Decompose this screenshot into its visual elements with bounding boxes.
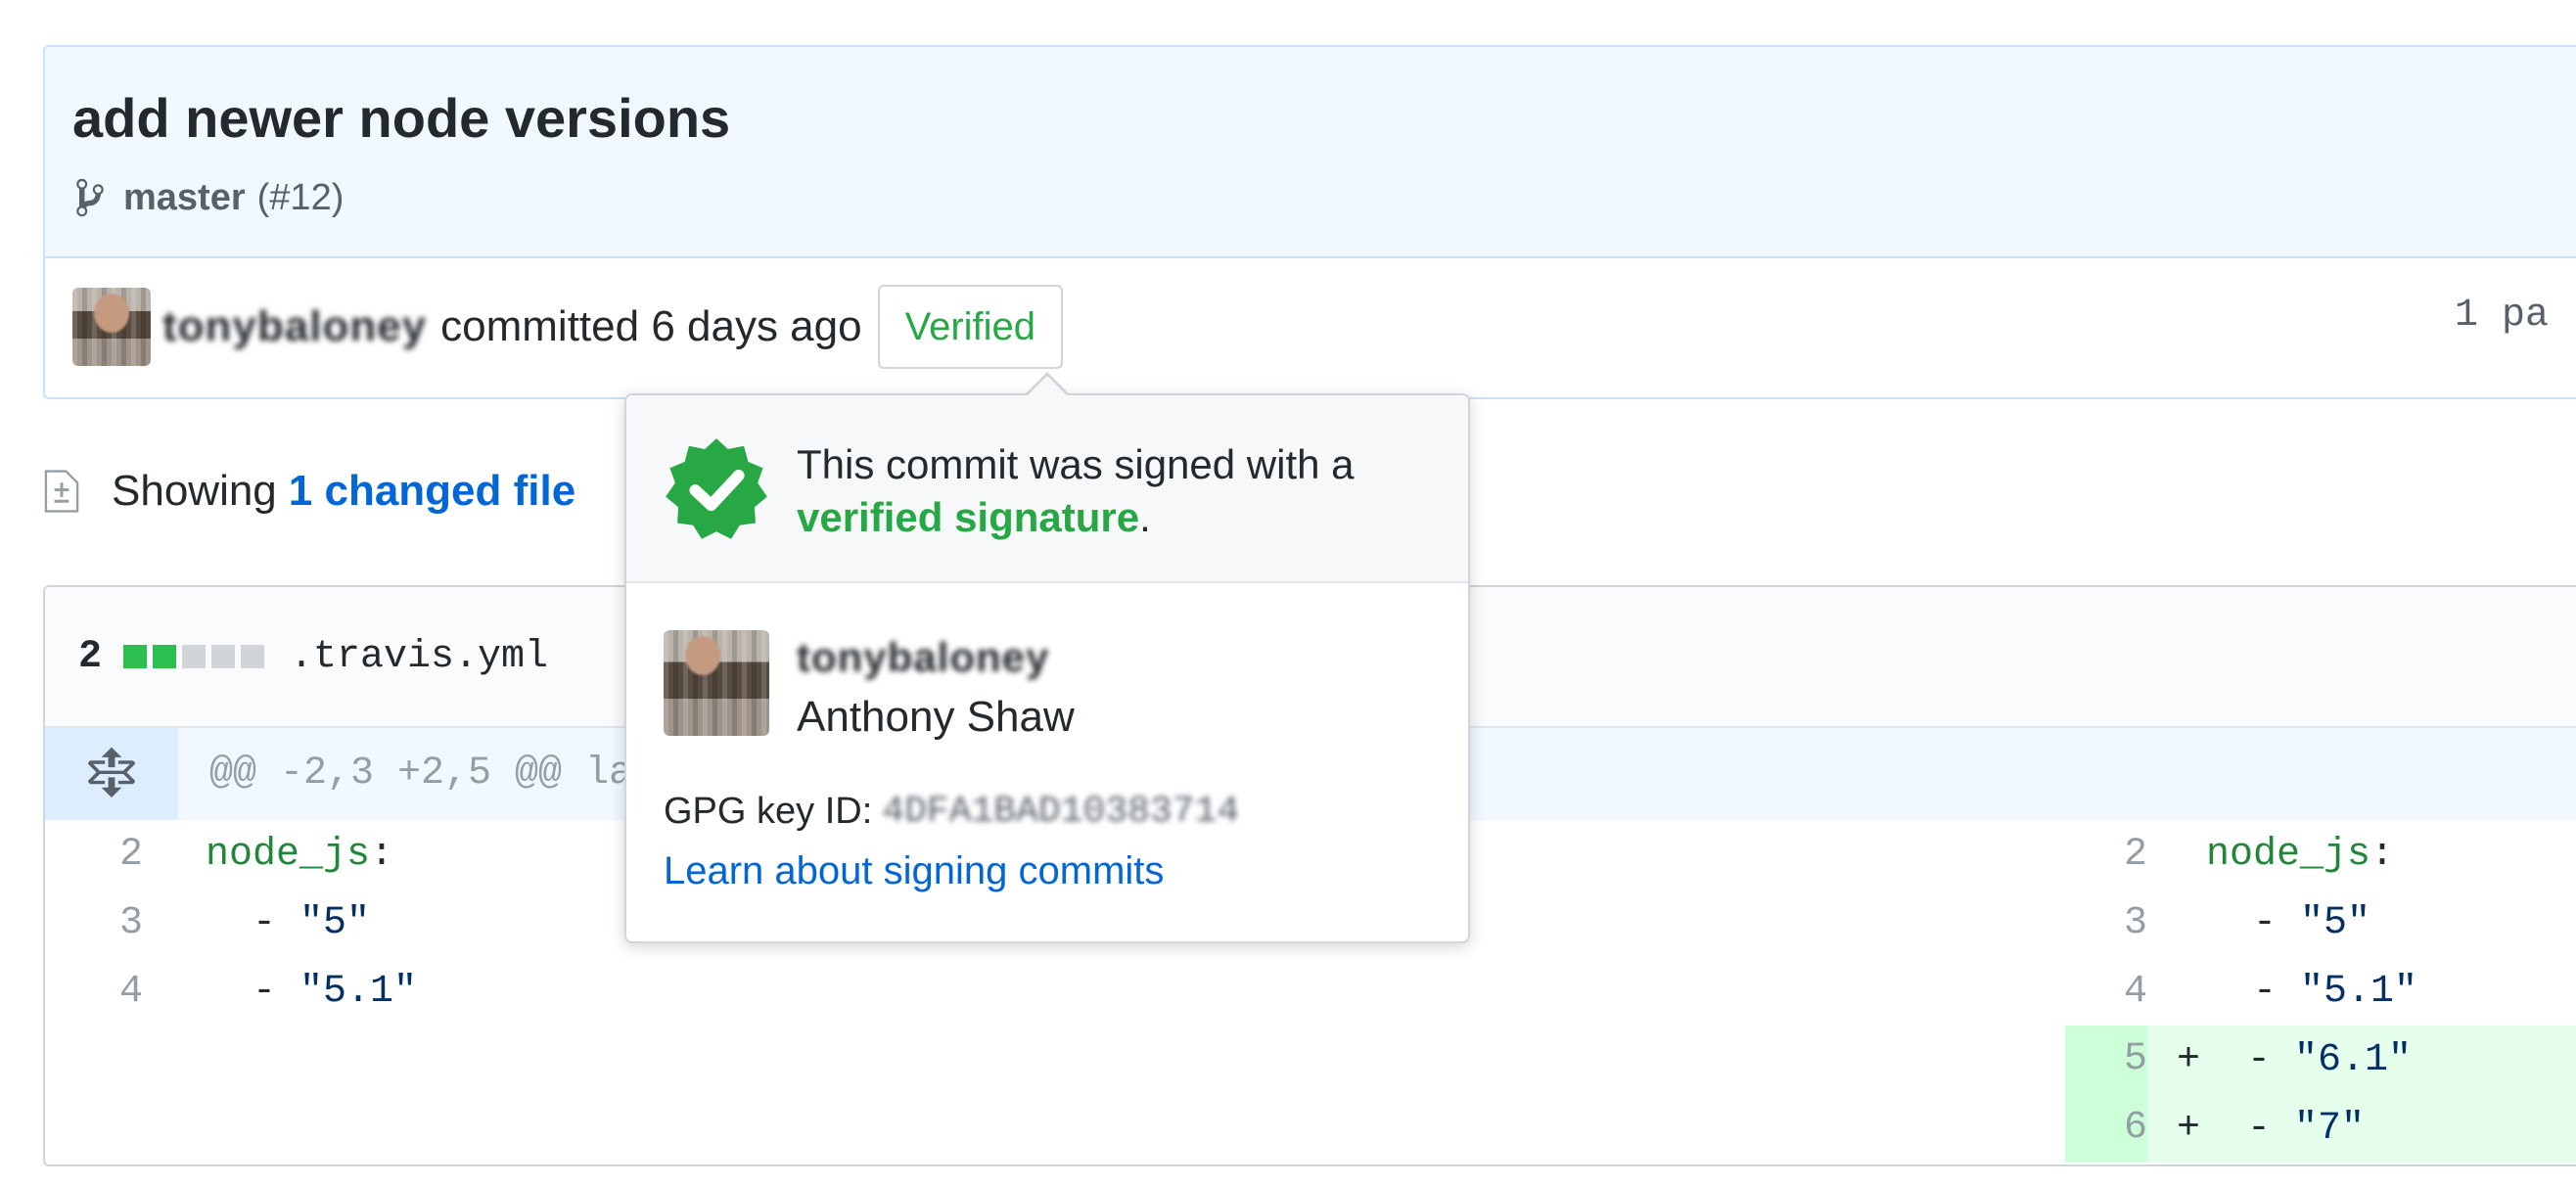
line-number[interactable]: 3 [2065, 901, 2147, 945]
line-number[interactable]: 4 [2065, 970, 2147, 1014]
verified-badge[interactable]: Verified [877, 285, 1064, 369]
signer-fullname: Anthony Shaw [797, 693, 1075, 741]
learn-signing-link[interactable]: Learn about signing commits [664, 849, 1164, 893]
diffstat-block-neutral [182, 645, 207, 668]
commit-title: add newer node versions [72, 87, 731, 149]
signer-avatar[interactable] [664, 630, 769, 736]
code-punct: : [2370, 832, 2395, 877]
code-prefix: - [2206, 969, 2301, 1014]
line-number[interactable]: 6 [2065, 1094, 2147, 1163]
line-number[interactable]: 2 [45, 833, 143, 877]
diffstat-block-added [123, 645, 148, 668]
signature-popover: This commit was signed with a verified s… [624, 372, 1470, 943]
popover-arrow-fill [1026, 376, 1069, 397]
changed-files-link[interactable]: 1 changed file [289, 467, 575, 516]
verified-signature-text: verified signature [797, 494, 1140, 540]
file-diff-icon [44, 470, 79, 513]
file-name-link[interactable]: .travis.yml [290, 635, 548, 679]
author-username[interactable]: tonybaloney [162, 302, 427, 351]
gpg-key-id: 4DFA1BAD10383714 [882, 791, 1240, 833]
git-branch-icon [76, 178, 104, 217]
code-prefix: - [206, 969, 300, 1014]
gpg-label: GPG key ID: [664, 791, 873, 832]
code-prefix: - [206, 900, 300, 945]
showing-label: Showing [112, 467, 277, 515]
diff-line-left: 4 - "5.1" [45, 957, 2061, 1026]
signed-message: This commit was signed with a verified s… [797, 438, 1443, 544]
code-string: "5" [299, 900, 371, 945]
unfold-icon [88, 747, 135, 798]
diffstat-count: 2 [78, 634, 103, 679]
code-punct: : [370, 832, 394, 877]
code-prefix: - [2200, 1037, 2295, 1082]
diff-line-added: 6 + - "7" [2065, 1094, 2576, 1163]
period: . [1139, 494, 1151, 540]
commit-header: add newer node versions master (#12) [45, 47, 2576, 258]
code-string: "5" [2300, 900, 2371, 945]
code-string: "7" [2294, 1106, 2366, 1151]
showing-row: Showing 1 changed file [43, 462, 575, 521]
diff-line-right: 3 - "5" [2065, 889, 2576, 957]
expand-button[interactable] [45, 728, 178, 820]
diffstat-block-neutral [241, 645, 265, 668]
diff-add-marker: + [2177, 1106, 2201, 1151]
diffstat-block-neutral [211, 645, 236, 668]
code-key: node_js [206, 832, 371, 877]
popover-header: This commit was signed with a verified s… [626, 395, 1468, 583]
code-string: "5.1" [2300, 969, 2418, 1014]
diff-line-right: 4 - "5.1" [2065, 957, 2576, 1026]
code-string: "6.1" [2294, 1037, 2413, 1082]
commit-box: add newer node versions master (#12) ton… [43, 45, 2576, 399]
diff-line-right: 2 node_js: [2065, 820, 2576, 889]
line-number[interactable]: 4 [45, 970, 143, 1014]
line-number[interactable]: 3 [45, 901, 143, 945]
committed-time: committed 6 days ago [440, 302, 862, 350]
parent-label: 1 pa [2455, 294, 2550, 338]
hunk-header: @@ -2,3 +2,5 @@ la [209, 752, 633, 796]
code-key: node_js [2206, 832, 2371, 877]
signer-username[interactable]: tonybaloney [797, 634, 1049, 681]
code-string: "5.1" [299, 969, 418, 1014]
line-number[interactable]: 2 [2065, 833, 2147, 877]
pull-request-ref[interactable]: (#12) [257, 177, 345, 219]
author-avatar[interactable] [72, 288, 151, 366]
verified-checkmark-icon [666, 438, 767, 539]
code-prefix: - [2200, 1106, 2295, 1151]
diff-line-added: 5 + - "6.1" [2065, 1026, 2576, 1094]
branch-row: master (#12) [70, 176, 344, 219]
line-number[interactable]: 5 [2065, 1026, 2147, 1094]
code-prefix: - [2206, 900, 2301, 945]
branch-link[interactable]: master [123, 177, 246, 219]
gpg-key-row: GPG key ID: 4DFA1BAD10383714 [664, 791, 1239, 833]
diff-add-marker: + [2177, 1037, 2201, 1082]
diffstat-block-added [153, 645, 177, 668]
signed-text: This commit was signed with a [797, 441, 1355, 487]
commit-meta: tonybaloney committed 6 days ago Verifie… [72, 285, 1064, 369]
